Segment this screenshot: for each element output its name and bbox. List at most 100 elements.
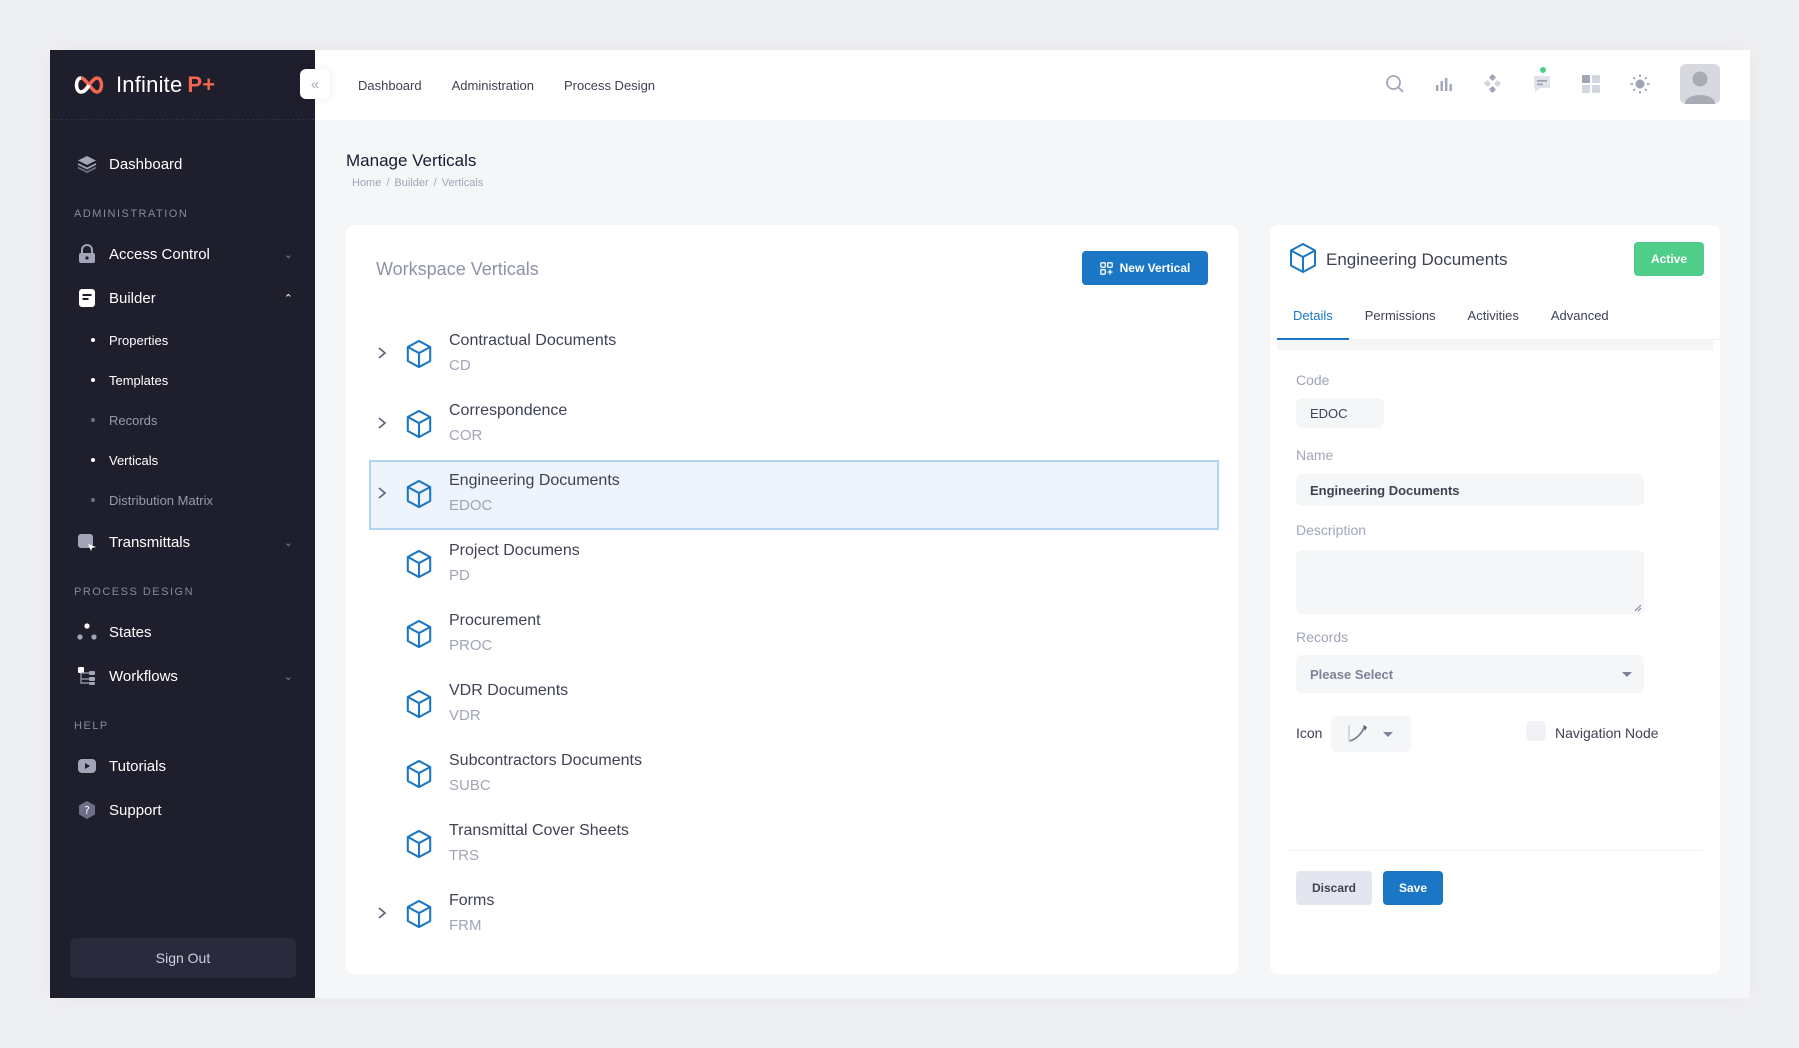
sidebar-subitem-verticals[interactable]: Verticals	[50, 440, 315, 480]
sidebar-item-label: States	[109, 623, 152, 641]
infinity-logo-icon	[72, 73, 110, 97]
vertical-name: Contractual Documents	[449, 332, 617, 349]
vertical-row[interactable]: Subcontractors Documents SUBC	[369, 740, 1219, 810]
top-nav-administration[interactable]: Administration	[452, 78, 534, 93]
tab-activities[interactable]: Activities	[1452, 294, 1535, 340]
breadcrumb-home[interactable]: Home	[352, 177, 381, 189]
sidebar-menu: Dashboard ADMINISTRATION Access Control …	[50, 120, 315, 832]
collapse-sidebar-button[interactable]: «	[300, 69, 330, 99]
sidebar-subitem-properties[interactable]: Properties	[50, 320, 315, 360]
records-select[interactable]: Please Select	[1296, 655, 1644, 693]
apps-icon[interactable]	[1580, 73, 1602, 95]
chart-icon[interactable]	[1433, 73, 1455, 95]
tab-permissions[interactable]: Permissions	[1349, 294, 1452, 340]
document-icon	[77, 288, 97, 308]
discard-button[interactable]: Discard	[1296, 871, 1372, 905]
records-placeholder: Please Select	[1310, 666, 1394, 682]
cube-icon	[405, 339, 433, 369]
chevron-right-icon[interactable]	[377, 346, 389, 360]
tabs-divider	[1277, 340, 1713, 350]
records-label: Records	[1296, 629, 1349, 645]
vertical-row[interactable]: VDR Documents VDR	[369, 670, 1219, 740]
sidebar-item-label: Transmittals	[109, 533, 191, 551]
icon-select[interactable]	[1331, 716, 1411, 752]
resize-handle-icon[interactable]	[1634, 604, 1642, 612]
vertical-code: CD	[449, 357, 471, 374]
sidebar-item-states[interactable]: States	[50, 610, 315, 654]
section-label-process-design: PROCESS DESIGN	[74, 586, 195, 598]
navigation-node-checkbox[interactable]	[1526, 721, 1546, 741]
sign-out-button[interactable]: Sign Out	[70, 938, 296, 978]
breadcrumb-verticals: Verticals	[441, 177, 484, 189]
tab-details[interactable]: Details	[1277, 294, 1349, 341]
form-divider	[1288, 850, 1702, 851]
detail-header: Engineering Documents Active	[1270, 225, 1720, 294]
vertical-row[interactable]: Transmittal Cover Sheets TRS	[369, 810, 1219, 880]
chevron-down-icon: ⌄	[283, 536, 293, 549]
vertical-row[interactable]: Forms FRM	[369, 880, 1219, 950]
vertical-name: VDR Documents	[449, 682, 569, 699]
vertical-row[interactable]: Procurement PROC	[369, 600, 1219, 670]
card-title: Workspace Verticals	[376, 259, 539, 279]
vertical-row[interactable]: Contractual Documents CD	[369, 320, 1219, 390]
status-badge: Active	[1634, 242, 1704, 276]
chevron-right-icon[interactable]	[377, 906, 389, 920]
header-toolbar	[1357, 64, 1720, 104]
bullet-icon	[91, 498, 95, 502]
cube-icon	[1288, 242, 1318, 274]
new-vertical-button[interactable]: New Vertical	[1082, 251, 1208, 285]
cube-icon	[405, 549, 433, 579]
name-field[interactable]: Engineering Documents	[1296, 474, 1644, 506]
sidebar-subitem-records[interactable]: Records	[50, 400, 315, 440]
transmittal-icon	[77, 532, 97, 552]
sidebar-item-tutorials[interactable]: Tutorials	[50, 744, 315, 788]
sidebar-item-label: Builder	[109, 289, 156, 307]
vertical-name: Engineering Documents	[449, 472, 620, 489]
top-nav-process-design[interactable]: Process Design	[564, 78, 655, 93]
chat-icon[interactable]	[1531, 67, 1553, 95]
vertical-name: Transmittal Cover Sheets	[449, 822, 629, 839]
description-field[interactable]	[1296, 550, 1644, 614]
sidebar-item-dashboard[interactable]: Dashboard	[50, 142, 315, 186]
detail-tabs: Details Permissions Activities Advanced	[1277, 294, 1720, 341]
sidebar-subitem-templates[interactable]: Templates	[50, 360, 315, 400]
user-avatar[interactable]	[1680, 64, 1720, 104]
vertical-detail-card: Engineering Documents Active Details Per…	[1270, 225, 1720, 974]
sidebar-subitem-label: Distribution Matrix	[109, 492, 214, 508]
sidebar-item-support[interactable]: ? Support	[50, 788, 315, 832]
vertical-name: Project Documens	[449, 542, 580, 559]
vertical-row[interactable]: Project Documens PD	[369, 530, 1219, 600]
sidebar-item-label: Access Control	[109, 245, 210, 263]
notification-dot	[1540, 67, 1546, 73]
logo[interactable]: Infinite P+	[50, 50, 315, 120]
tab-advanced[interactable]: Advanced	[1535, 294, 1625, 340]
code-field[interactable]: EDOC	[1296, 398, 1384, 428]
vertical-name: Subcontractors Documents	[449, 752, 642, 769]
sidebar-item-builder[interactable]: Builder ⌃	[50, 276, 315, 320]
save-button[interactable]: Save	[1383, 871, 1443, 905]
sidebar-item-workflows[interactable]: Workflows ⌄	[50, 654, 315, 698]
vertical-row[interactable]: Correspondence COR	[369, 390, 1219, 460]
top-nav-dashboard[interactable]: Dashboard	[358, 78, 422, 93]
vertical-code: COR	[449, 427, 483, 444]
chevron-down-icon: ⌄	[283, 248, 293, 261]
sidebar-subitem-label: Templates	[109, 372, 169, 388]
vertical-row[interactable]: Engineering Documents EDOC	[369, 460, 1219, 530]
sidebar-item-access-control[interactable]: Access Control ⌄	[50, 232, 315, 276]
sidebar-subitem-distribution-matrix[interactable]: Distribution Matrix	[50, 480, 315, 520]
sidebar-item-transmittals[interactable]: Transmittals ⌄	[50, 520, 315, 564]
chevron-right-icon[interactable]	[377, 486, 389, 500]
sun-icon[interactable]	[1629, 73, 1651, 95]
page-title: Manage Verticals	[346, 151, 477, 170]
pen-curve-icon	[1347, 723, 1369, 748]
search-icon[interactable]	[1384, 73, 1406, 95]
vertical-code: VDR	[449, 707, 481, 724]
description-label: Description	[1296, 522, 1367, 538]
chevron-right-icon[interactable]	[377, 416, 389, 430]
brand-accent: P+	[187, 71, 216, 97]
breadcrumb-builder[interactable]: Builder	[394, 177, 428, 189]
grid-dots-icon[interactable]	[1482, 73, 1504, 95]
section-label-administration: ADMINISTRATION	[74, 208, 189, 220]
detail-title: Engineering Documents	[1326, 250, 1508, 269]
sidebar-item-label: Workflows	[109, 667, 178, 685]
